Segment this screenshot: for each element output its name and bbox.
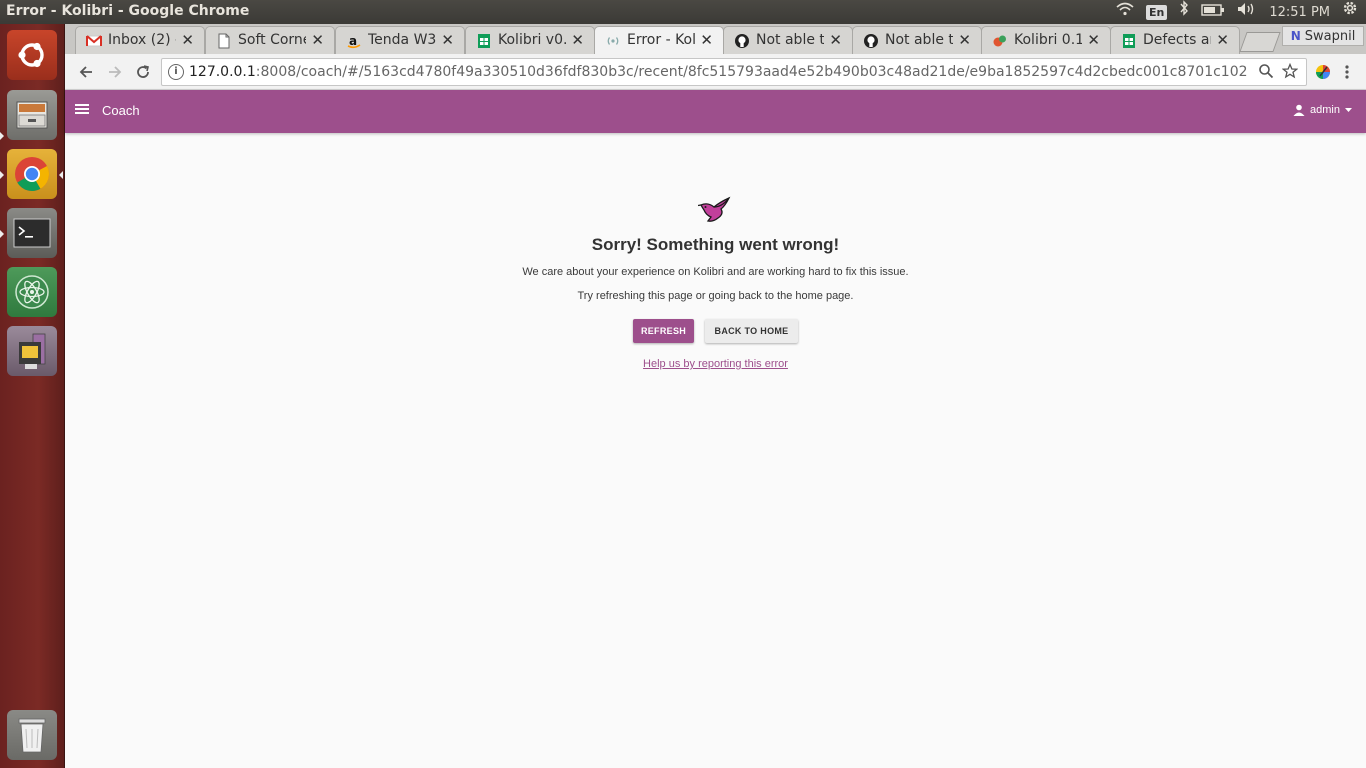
github-icon [734,33,750,49]
bookmark-star-icon[interactable] [1281,62,1299,83]
atom-icon [7,267,57,317]
chrome-menu-button[interactable] [1335,60,1359,84]
terminal-icon [7,208,57,258]
amazon-icon: a [346,33,362,49]
app-bar-title: Coach [102,103,140,118]
wifi-icon[interactable] [1116,0,1134,24]
reload-button[interactable] [131,60,155,84]
focused-indicator [59,171,63,179]
new-tab-button[interactable] [1239,32,1281,52]
close-icon[interactable]: ✕ [571,31,584,49]
window-title: Error - Kolibri - Google Chrome [6,3,250,19]
page-content: Coach admin Sorry! Something went wrong!… [65,90,1366,768]
sheets-icon [1121,33,1137,49]
gmail-icon [86,33,102,49]
close-icon[interactable]: ✕ [1216,31,1229,49]
zoom-search-icon[interactable] [1258,63,1274,83]
person-icon [1293,104,1305,116]
address-bar[interactable]: i 127.0.0.1:8008/coach/#/5163cd4780f49a3… [161,58,1307,86]
report-error-link: Help us by reporting this error [65,358,1366,370]
tab-soft-corner[interactable]: Soft Corne ✕ [205,26,335,54]
kolibri-icon [992,33,1008,49]
launcher-terminal[interactable] [7,208,57,258]
report-error-link-text[interactable]: Help us by reporting this error [643,358,788,370]
bluetooth-icon[interactable] [1179,0,1189,24]
tab-github-1[interactable]: Not able t ✕ [723,26,853,54]
gear-icon[interactable] [1342,0,1358,24]
ubuntu-logo-icon [7,30,57,80]
site-info-icon[interactable]: i [168,64,184,80]
tab-error-kolibri[interactable]: Error - Kol ✕ [594,26,724,55]
back-to-home-button[interactable]: BACK TO HOME [705,319,798,343]
tab-strip: Inbox (2) - ✕ Soft Corne ✕ a Tenda W3 ✕ … [65,24,1366,55]
close-icon[interactable]: ✕ [1087,31,1100,49]
launcher-chrome[interactable] [7,149,57,199]
close-icon[interactable]: ✕ [181,31,194,49]
close-icon[interactable]: ✕ [700,31,713,49]
color-picker-extension-icon [1316,65,1330,79]
chrome-icon [7,149,57,199]
file-cabinet-icon [7,90,57,140]
app-bar: Coach admin [65,90,1366,133]
refresh-button[interactable]: REFRESH [633,319,694,343]
tab-kolibri-sheet[interactable]: Kolibri v0. ✕ [465,26,595,54]
back-arrow-icon [79,66,92,78]
close-icon[interactable]: ✕ [958,31,971,49]
error-message: We care about your experience on Kolibri… [522,266,909,278]
launcher-usb-creator[interactable] [7,326,57,376]
close-icon[interactable]: ✕ [829,31,842,49]
username: admin [1310,104,1340,116]
url-text[interactable]: 127.0.0.1:8008/coach/#/5163cd4780f49a330… [189,64,1248,80]
usb-icon [7,326,57,376]
launcher-files[interactable] [7,90,57,140]
browser-toolbar: i 127.0.0.1:8008/coach/#/5163cd4780f49a3… [65,54,1366,90]
tab-inbox[interactable]: Inbox (2) - ✕ [75,26,205,54]
top-panel: Error - Kolibri - Google Chrome En 12:51… [0,0,1366,24]
profile-button[interactable]: N Swapnil [1282,26,1364,46]
user-menu[interactable]: admin [1293,104,1352,116]
sheets-icon [476,33,492,49]
profile-icon: N [1290,29,1301,43]
profile-name: Swapnil [1304,28,1356,44]
launcher-trash[interactable] [7,710,57,760]
tab-kolibri-release[interactable]: Kolibri 0.1 ✕ [981,26,1111,54]
more-vertical-icon [1345,65,1349,79]
extension-button[interactable] [1311,60,1335,84]
caret-down-icon [1345,107,1352,112]
close-icon[interactable]: ✕ [311,31,324,49]
battery-icon[interactable] [1201,0,1225,24]
keyboard-layout-indicator[interactable]: En [1145,4,1168,20]
running-indicator [0,230,4,238]
hamburger-menu-icon[interactable] [75,102,89,116]
close-icon[interactable]: ✕ [441,31,454,49]
github-icon [863,33,879,49]
tab-tenda[interactable]: a Tenda W3 ✕ [335,26,465,54]
reload-icon [137,65,149,78]
tab-github-2[interactable]: Not able t ✕ [852,26,982,54]
launcher-ubuntu-dash[interactable] [7,30,57,80]
clock[interactable]: 12:51 PM [1269,5,1330,20]
error-hint: Try refreshing this page or going back t… [577,290,854,302]
launcher [0,24,65,768]
system-tray: En 12:51 PM [1116,0,1358,24]
forward-button[interactable] [103,60,127,84]
kolibri-logo-icon [697,196,732,224]
running-indicator [0,132,4,140]
running-indicator [0,171,4,179]
tab-defects[interactable]: Defects ar ✕ [1110,26,1240,54]
trash-icon [7,710,57,760]
launcher-atom[interactable] [7,267,57,317]
volume-icon[interactable] [1237,0,1257,24]
loading-icon [605,33,621,49]
page-icon [216,33,232,49]
error-heading: Sorry! Something went wrong! [591,235,840,254]
back-button[interactable] [74,60,98,84]
svg-text:a: a [349,34,357,48]
forward-arrow-icon [109,66,122,78]
